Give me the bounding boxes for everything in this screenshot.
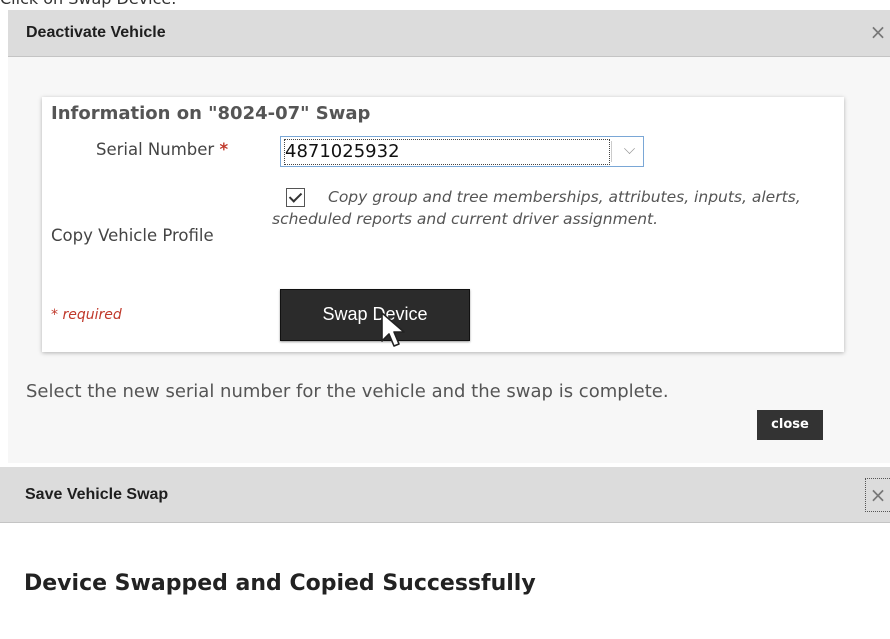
copy-profile-description: Copy group and tree memberships, attribu…	[272, 186, 822, 230]
required-star: *	[219, 140, 229, 159]
serial-number-label-text: Serial Number	[96, 140, 215, 159]
copy-profile-label: Copy Vehicle Profile	[51, 226, 214, 245]
dialog-titlebar: Save Vehicle Swap ×	[0, 467, 890, 523]
serial-number-value: 4871025932	[284, 139, 610, 165]
dialog-title: Deactivate Vehicle	[26, 24, 166, 41]
select-divider	[611, 141, 612, 162]
serial-number-label: Serial Number *	[96, 140, 228, 159]
swap-device-button[interactable]: Swap Device	[280, 289, 470, 341]
instruction-caption: Click on Swap Device.	[0, 0, 176, 10]
close-button[interactable]: close	[757, 410, 823, 440]
copy-profile-text: Copy group and tree memberships, attribu…	[272, 188, 801, 228]
serial-number-select[interactable]: 4871025932	[280, 136, 644, 167]
instruction-text: Select the new serial number for the veh…	[26, 381, 669, 402]
save-vehicle-swap-dialog: Save Vehicle Swap × Device Swapped and C…	[0, 467, 890, 639]
dialog-titlebar: Deactivate Vehicle ×	[8, 10, 890, 57]
mouse-pointer-icon	[381, 312, 405, 347]
dialog-title: Save Vehicle Swap	[25, 486, 169, 503]
close-icon[interactable]: ×	[865, 478, 890, 512]
swap-info-panel: Information on "8024-07" Swap Serial Num…	[42, 97, 844, 352]
required-note: * required	[51, 307, 122, 323]
deactivate-vehicle-dialog: Deactivate Vehicle × Information on "802…	[8, 10, 890, 463]
chevron-down-icon[interactable]	[624, 143, 635, 154]
panel-heading: Information on "8024-07" Swap	[51, 103, 371, 124]
close-icon[interactable]: ×	[866, 18, 890, 46]
success-message: Device Swapped and Copied Successfully	[24, 571, 536, 596]
